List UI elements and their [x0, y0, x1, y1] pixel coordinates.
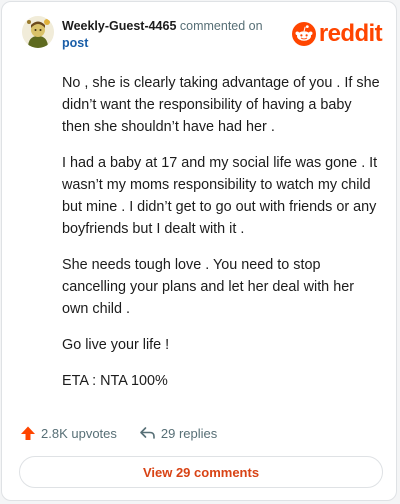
comment-header: Weekly-Guest-4465 commented on post redd…	[22, 16, 383, 58]
comment-paragraph: I had a baby at 17 and my social life wa…	[62, 155, 378, 237]
comment-footer: 2.8K upvotes 29 replies	[20, 422, 217, 444]
comment-card: Weekly-Guest-4465 commented on post redd…	[1, 1, 397, 501]
username[interactable]: Weekly-Guest-4465	[62, 19, 176, 33]
comment-paragraph: No , she is clearly taking advantage of …	[62, 75, 380, 135]
reply-control[interactable]: 29 replies	[139, 425, 217, 441]
upvote-count: 2.8K upvotes	[41, 425, 117, 441]
post-link[interactable]: post	[62, 35, 292, 52]
comment-paragraph: ETA : NTA 100%	[62, 373, 168, 389]
comment-byline: Weekly-Guest-4465 commented on post	[62, 18, 292, 52]
upvote-control[interactable]: 2.8K upvotes	[20, 425, 117, 441]
avatar-image	[22, 16, 54, 48]
comment-paragraph: Go live your life !	[62, 337, 170, 353]
upvote-arrow-icon[interactable]	[20, 425, 36, 441]
view-comments-button[interactable]: View 29 comments	[19, 456, 383, 488]
reddit-wordmark: reddit	[318, 20, 383, 47]
reply-count: 29 replies	[160, 425, 218, 441]
reddit-logo[interactable]: reddit	[291, 20, 383, 47]
reddit-snoo-icon	[291, 22, 316, 46]
reply-arrow-icon[interactable]	[139, 425, 156, 441]
avatar[interactable]	[22, 16, 54, 48]
comment-paragraph: She needs tough love . You need to stop …	[62, 257, 354, 317]
action-text: commented on	[179, 19, 263, 33]
comment-body: No , she is clearly taking advantage of …	[62, 72, 382, 406]
